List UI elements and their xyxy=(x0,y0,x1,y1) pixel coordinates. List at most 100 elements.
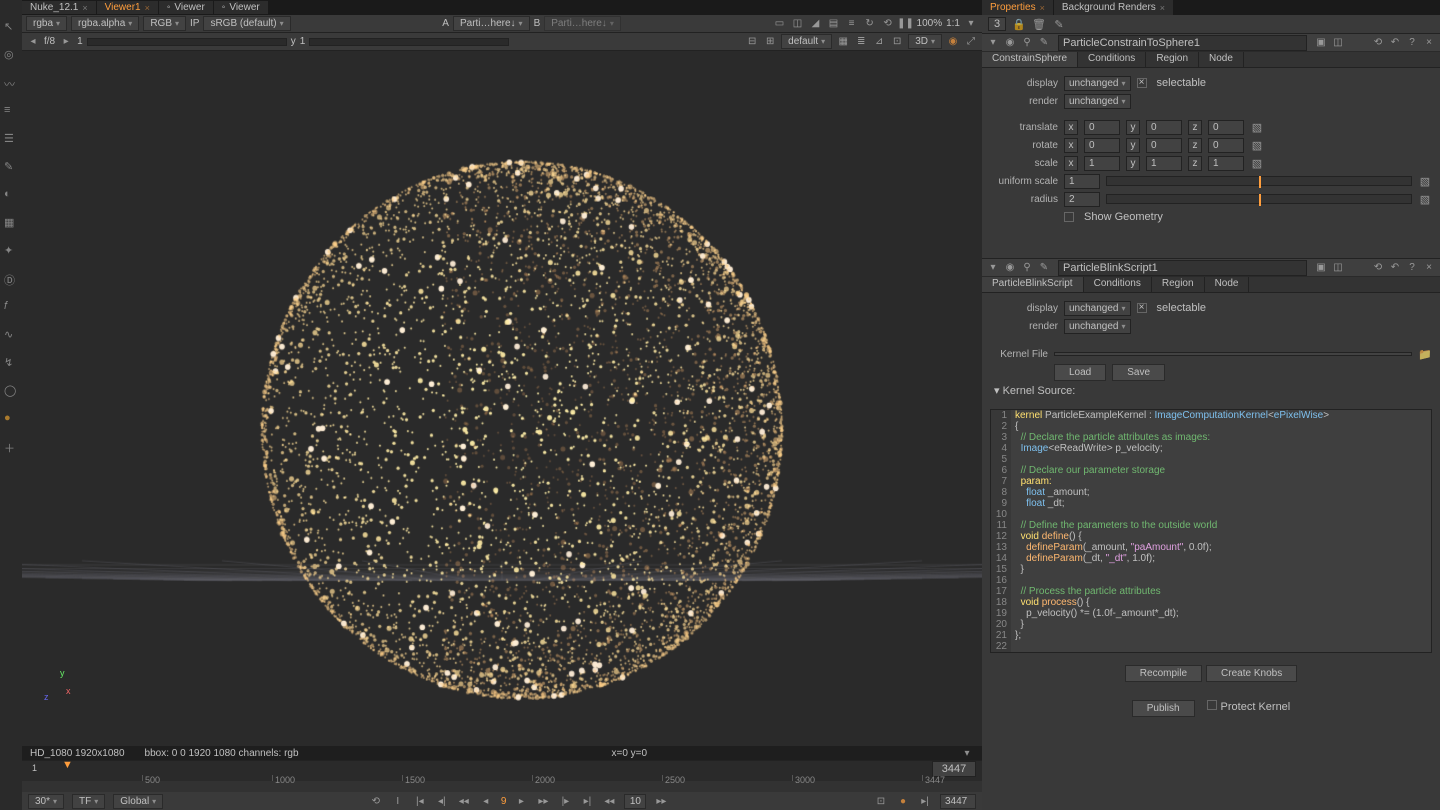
channels-dropdown[interactable]: RGB xyxy=(143,16,186,31)
camera-icon[interactable]: ◉ xyxy=(946,35,960,49)
scope-dropdown[interactable]: Global xyxy=(113,794,163,809)
uscale-slider[interactable] xyxy=(1106,176,1412,186)
clip-icon[interactable]: ◫ xyxy=(791,17,805,31)
dock-icon[interactable]: ▣ xyxy=(1314,36,1328,50)
ty-field[interactable]: 0 xyxy=(1146,120,1182,135)
selectable-checkbox[interactable] xyxy=(1137,78,1147,88)
layers-icon[interactable]: ≡ xyxy=(4,104,18,118)
anim-icon[interactable]: ▧ xyxy=(1250,156,1264,170)
tf-dropdown[interactable]: TF xyxy=(72,794,105,809)
cube-icon[interactable]: ▦ xyxy=(4,216,18,230)
fps-dropdown[interactable]: 30* xyxy=(28,794,64,809)
nt-region[interactable]: Region xyxy=(1146,52,1199,67)
enable-icon[interactable]: ◉ xyxy=(1003,261,1017,275)
format-icon[interactable]: ⊿ xyxy=(872,35,886,49)
load-button[interactable]: Load xyxy=(1054,364,1106,381)
next-icon[interactable]: ▸ xyxy=(59,35,73,49)
help-icon[interactable]: ? xyxy=(1405,36,1419,50)
float-icon[interactable]: ◫ xyxy=(1331,261,1345,275)
pause-icon[interactable]: ❚❚ xyxy=(899,17,913,31)
nt-node[interactable]: Node xyxy=(1199,52,1244,67)
proxy-dropdown[interactable]: default xyxy=(781,34,832,49)
anim-icon[interactable]: ▧ xyxy=(1250,138,1264,152)
brush-icon[interactable]: ✎ xyxy=(4,160,18,174)
blur-icon[interactable]: ◐ xyxy=(4,188,18,202)
lock-icon[interactable]: 🔒 xyxy=(1012,17,1026,31)
close-icon[interactable]: × xyxy=(145,3,150,13)
tx-field[interactable]: 0 xyxy=(1084,120,1120,135)
radius-slider[interactable] xyxy=(1106,194,1412,204)
d-icon[interactable]: Ⓓ xyxy=(4,272,18,286)
timeline[interactable]: 1 ▼ 3447 500100015002000250030003447 xyxy=(22,760,982,792)
in-icon[interactable]: I xyxy=(391,794,405,808)
roi-icon[interactable]: ⊟ xyxy=(745,35,759,49)
input-b-dropdown[interactable]: Parti…here↓ xyxy=(544,16,621,31)
tab-viewer1[interactable]: Viewer1× xyxy=(97,1,159,14)
node-name-field[interactable]: ParticleConstrainToSphere1 xyxy=(1058,35,1307,51)
current-frame[interactable]: 9 xyxy=(501,796,507,807)
step-fwd-icon[interactable]: ▸▸ xyxy=(536,794,550,808)
loop-icon[interactable]: ⟲ xyxy=(369,794,383,808)
rz-field[interactable]: 0 xyxy=(1208,138,1244,153)
rx-field[interactable]: 0 xyxy=(1084,138,1120,153)
curve-icon[interactable]: 〰 xyxy=(4,76,18,90)
next-key-icon[interactable]: |▸ xyxy=(558,794,572,808)
tab-viewer2[interactable]: ◦ Viewer xyxy=(159,1,214,14)
close-icon[interactable]: × xyxy=(1160,3,1165,13)
dock-icon[interactable]: ▣ xyxy=(1314,261,1328,275)
tab-nuke[interactable]: Nuke_12.1× xyxy=(22,1,97,14)
viewport[interactable]: yxz xyxy=(22,51,982,746)
float-icon[interactable]: ◫ xyxy=(1331,36,1345,50)
chevron-down-icon[interactable]: ▾ xyxy=(986,261,1000,275)
nt-blinkscript[interactable]: ParticleBlinkScript xyxy=(982,277,1084,292)
anim-icon[interactable]: ▧ xyxy=(1418,192,1432,206)
find-icon[interactable]: ⚲ xyxy=(1020,261,1034,275)
tab-bg-renders[interactable]: Background Renders× xyxy=(1054,0,1174,15)
panel-count[interactable]: 3 xyxy=(988,17,1006,31)
spark-icon[interactable]: ✦ xyxy=(4,244,18,258)
close-icon[interactable]: × xyxy=(1040,3,1045,13)
sy-field[interactable]: 1 xyxy=(1146,156,1182,171)
save-button[interactable]: Save xyxy=(1112,364,1165,381)
ip-label[interactable]: IP xyxy=(190,18,199,29)
target-icon[interactable]: ◎ xyxy=(4,48,18,62)
plus-icon[interactable]: ＋ xyxy=(4,440,18,454)
sync-icon[interactable]: ⟲ xyxy=(881,17,895,31)
wipe-icon[interactable]: ▭ xyxy=(773,17,787,31)
chevron-down-icon[interactable]: ▾ xyxy=(986,36,1000,50)
close-icon[interactable]: × xyxy=(1422,261,1436,275)
lines-icon[interactable]: ≡ xyxy=(845,17,859,31)
channel-dropdown[interactable]: rgba xyxy=(26,16,67,31)
ratio-value[interactable]: 1:1 xyxy=(946,18,960,29)
render-dropdown[interactable]: unchanged xyxy=(1064,319,1131,334)
lock-icon[interactable]: ⊡ xyxy=(874,794,888,808)
close-icon[interactable]: × xyxy=(1422,36,1436,50)
nt-node[interactable]: Node xyxy=(1205,277,1250,292)
y-value[interactable]: 1 xyxy=(300,36,306,47)
folder-icon[interactable]: 📁 xyxy=(1418,347,1432,361)
kernel-source-editor[interactable]: 1kernel ParticleExampleKernel : ImageCom… xyxy=(990,409,1432,653)
pointer-icon[interactable]: ↖ xyxy=(4,20,18,34)
f-icon[interactable]: 𝑓 xyxy=(4,300,18,314)
last-frame-icon[interactable]: ▸| xyxy=(580,794,594,808)
sx-field[interactable]: 1 xyxy=(1084,156,1120,171)
nt-constrainsphere[interactable]: ConstrainSphere xyxy=(982,52,1078,67)
createknobs-button[interactable]: Create Knobs xyxy=(1206,665,1297,682)
edit-icon[interactable]: ✎ xyxy=(1037,36,1051,50)
revert-icon[interactable]: ⟲ xyxy=(1371,36,1385,50)
prev-key-icon[interactable]: ◂| xyxy=(435,794,449,808)
play-icon[interactable]: ▸ xyxy=(514,794,528,808)
recompile-button[interactable]: Recompile xyxy=(1125,665,1202,682)
exposure-slider[interactable] xyxy=(87,38,287,46)
selectable-checkbox[interactable] xyxy=(1137,303,1147,313)
skip-back-icon[interactable]: ◂◂ xyxy=(602,794,616,808)
sz-field[interactable]: 1 xyxy=(1208,156,1244,171)
help-icon[interactable]: ? xyxy=(1405,261,1419,275)
render-dropdown[interactable]: unchanged xyxy=(1064,94,1131,109)
first-frame-icon[interactable]: |◂ xyxy=(413,794,427,808)
protect-checkbox[interactable] xyxy=(1207,700,1217,710)
display-dropdown[interactable]: unchanged xyxy=(1064,76,1131,91)
safe-icon[interactable]: ▦ xyxy=(836,35,850,49)
edit-icon[interactable]: ✎ xyxy=(1037,261,1051,275)
nt-conditions[interactable]: Conditions xyxy=(1078,52,1146,67)
